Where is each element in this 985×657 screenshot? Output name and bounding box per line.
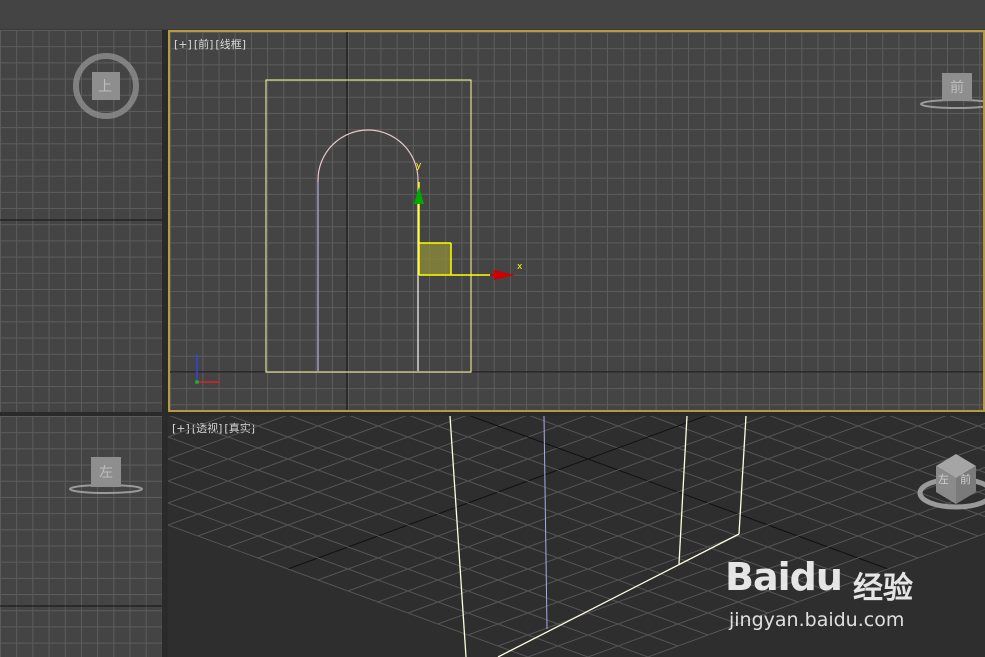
- viewport-left[interactable]: 左: [0, 416, 162, 657]
- top-toolbar: [0, 0, 985, 30]
- watermark-url: jingyan.baidu.com: [729, 609, 905, 631]
- viewcube-persp-front-label: 前: [960, 473, 971, 486]
- arch-shape[interactable]: [317, 129, 419, 371]
- gizmo-y-label: y: [416, 161, 422, 171]
- axis-tripod-icon: [195, 354, 220, 384]
- watermark-cn: 经验: [853, 571, 913, 606]
- viewcube-perspective[interactable]: [917, 454, 985, 510]
- watermark-brand: Baidu: [725, 555, 843, 599]
- gizmo-x-label: x: [517, 262, 523, 272]
- viewport-front[interactable]: [+] [前] [线框] y x 前: [168, 30, 985, 412]
- selection-bounding-box[interactable]: [265, 79, 472, 373]
- viewcube-left-label: 左: [99, 465, 113, 481]
- viewport-left-canvas: [0, 457, 162, 607]
- move-gizmo[interactable]: [414, 182, 515, 280]
- perspective-arch-shape[interactable]: [449, 416, 747, 657]
- viewcube-top-label: 上: [98, 79, 112, 95]
- viewcube-persp-left-label: 左: [938, 473, 949, 486]
- baidu-jingyan-watermark: Baidu 经验 jingyan.baidu.com: [725, 547, 985, 657]
- viewport-top-canvas: [0, 53, 162, 221]
- viewport-front-canvas: [170, 32, 983, 410]
- viewport-top[interactable]: 上: [0, 30, 162, 412]
- viewcube-front-label: 前: [950, 80, 964, 96]
